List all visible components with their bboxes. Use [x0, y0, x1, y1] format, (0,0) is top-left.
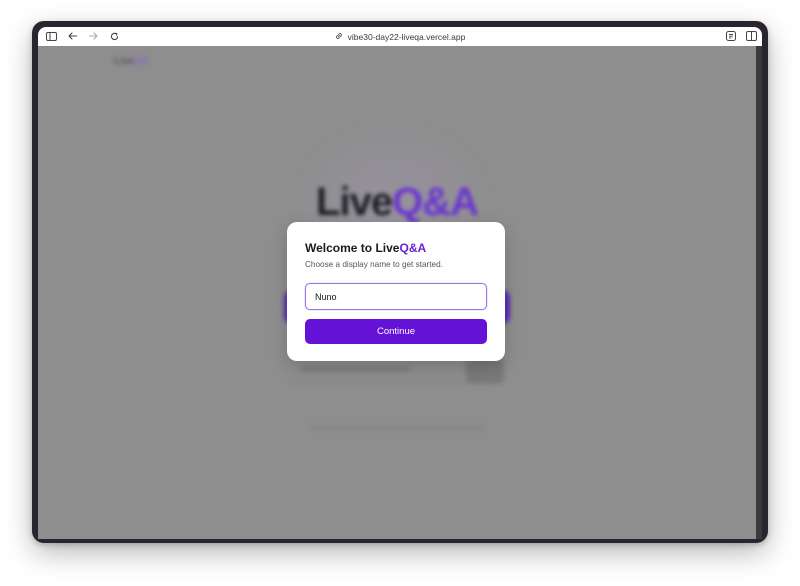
- background-hero-title: LiveQ&A: [316, 180, 479, 224]
- background-join-button: [466, 358, 504, 384]
- welcome-modal: Welcome to LiveQ&A Choose a display name…: [287, 222, 505, 361]
- split-view-icon[interactable]: [744, 29, 758, 43]
- reader-icon[interactable]: [724, 29, 738, 43]
- link-icon: [335, 32, 343, 42]
- scrollbar[interactable]: [756, 46, 762, 539]
- display-name-input[interactable]: [305, 283, 487, 310]
- browser-toolbar: vibe30-day22-liveqa.vercel.app: [38, 27, 762, 46]
- background-input-placeholder: [300, 366, 410, 372]
- url-text: vibe30-day22-liveqa.vercel.app: [347, 31, 466, 42]
- modal-subtitle: Choose a display name to get started.: [305, 260, 443, 269]
- modal-title: Welcome to LiveQ&A: [305, 241, 427, 255]
- background-logo: LiveQA: [114, 56, 150, 67]
- address-bar[interactable]: vibe30-day22-liveqa.vercel.app: [38, 27, 762, 46]
- continue-button[interactable]: Continue: [305, 319, 487, 344]
- background-footer-text: [310, 425, 484, 430]
